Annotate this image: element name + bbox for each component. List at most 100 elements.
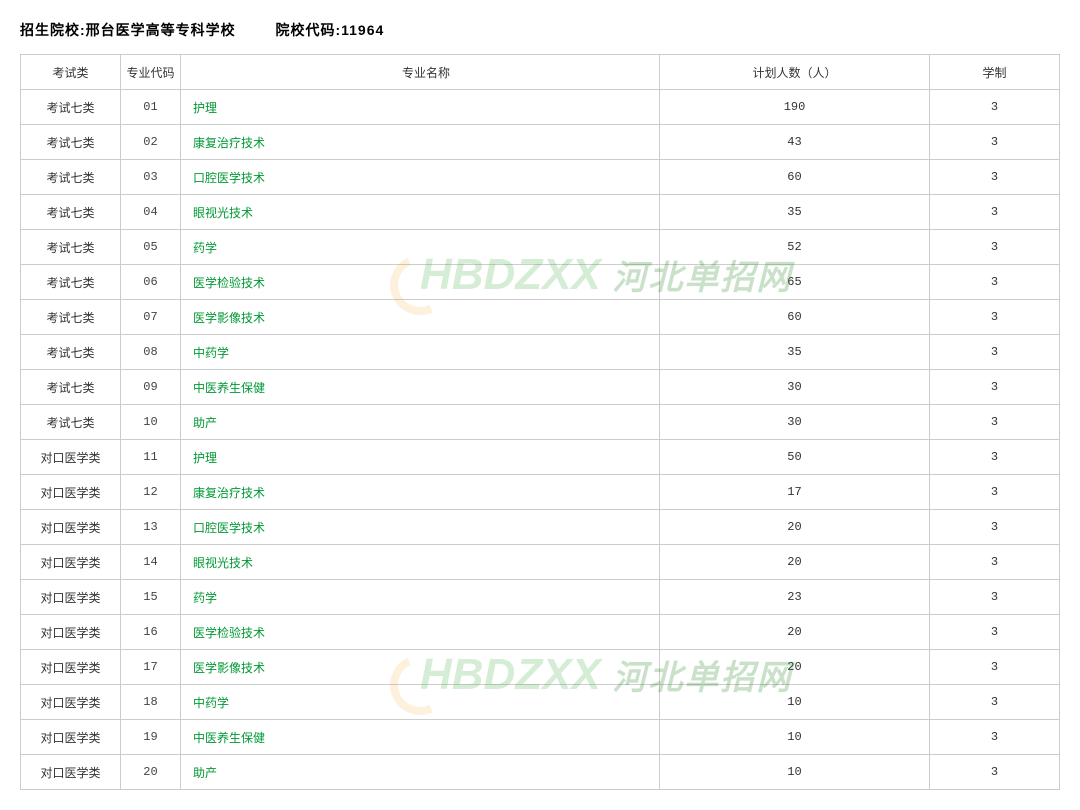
cell-dur: 3 — [930, 195, 1060, 230]
cell-type: 对口医学类 — [21, 440, 121, 475]
major-link[interactable]: 中药学 — [193, 346, 229, 360]
cell-name[interactable]: 助产 — [181, 405, 660, 440]
cell-plan: 35 — [660, 195, 930, 230]
major-link[interactable]: 中医养生保健 — [193, 381, 265, 395]
major-link[interactable]: 中药学 — [193, 696, 229, 710]
cell-plan: 60 — [660, 300, 930, 335]
cell-plan: 10 — [660, 755, 930, 790]
cell-name[interactable]: 康复治疗技术 — [181, 475, 660, 510]
cell-plan: 50 — [660, 440, 930, 475]
cell-name[interactable]: 护理 — [181, 440, 660, 475]
cell-name[interactable]: 医学检验技术 — [181, 615, 660, 650]
major-link[interactable]: 医学影像技术 — [193, 311, 265, 325]
cell-code: 14 — [121, 545, 181, 580]
cell-name[interactable]: 药学 — [181, 580, 660, 615]
cell-dur: 3 — [930, 265, 1060, 300]
cell-type: 对口医学类 — [21, 650, 121, 685]
cell-dur: 3 — [930, 370, 1060, 405]
cell-dur: 3 — [930, 685, 1060, 720]
major-link[interactable]: 医学检验技术 — [193, 276, 265, 290]
cell-type: 对口医学类 — [21, 510, 121, 545]
cell-dur: 3 — [930, 405, 1060, 440]
table-row: 对口医学类15药学233 — [21, 580, 1060, 615]
th-dur: 学制 — [930, 55, 1060, 90]
cell-code: 16 — [121, 615, 181, 650]
school-label: 招生院校: — [20, 22, 86, 38]
major-link[interactable]: 医学检验技术 — [193, 626, 265, 640]
major-link[interactable]: 药学 — [193, 241, 217, 255]
table-row: 对口医学类12康复治疗技术173 — [21, 475, 1060, 510]
table-row: 对口医学类13口腔医学技术203 — [21, 510, 1060, 545]
major-link[interactable]: 康复治疗技术 — [193, 136, 265, 150]
cell-type: 对口医学类 — [21, 475, 121, 510]
cell-dur: 3 — [930, 440, 1060, 475]
cell-plan: 35 — [660, 335, 930, 370]
cell-name[interactable]: 眼视光技术 — [181, 195, 660, 230]
major-link[interactable]: 眼视光技术 — [193, 556, 253, 570]
major-link[interactable]: 康复治疗技术 — [193, 486, 265, 500]
table-row: 考试七类04眼视光技术353 — [21, 195, 1060, 230]
cell-type: 对口医学类 — [21, 580, 121, 615]
cell-dur: 3 — [930, 650, 1060, 685]
major-link[interactable]: 中医养生保健 — [193, 731, 265, 745]
table-row: 对口医学类20助产103 — [21, 755, 1060, 790]
cell-plan: 52 — [660, 230, 930, 265]
cell-code: 10 — [121, 405, 181, 440]
cell-name[interactable]: 助产 — [181, 755, 660, 790]
cell-name[interactable]: 医学影像技术 — [181, 300, 660, 335]
table-row: 对口医学类17医学影像技术203 — [21, 650, 1060, 685]
cell-name[interactable]: 护理 — [181, 90, 660, 125]
cell-name[interactable]: 中医养生保健 — [181, 370, 660, 405]
cell-name[interactable]: 中药学 — [181, 685, 660, 720]
cell-code: 15 — [121, 580, 181, 615]
cell-name[interactable]: 中医养生保健 — [181, 720, 660, 755]
major-link[interactable]: 护理 — [193, 101, 217, 115]
major-link[interactable]: 眼视光技术 — [193, 206, 253, 220]
th-type: 考试类 — [21, 55, 121, 90]
major-link[interactable]: 口腔医学技术 — [193, 171, 265, 185]
cell-name[interactable]: 医学检验技术 — [181, 265, 660, 300]
major-link[interactable]: 医学影像技术 — [193, 661, 265, 675]
cell-plan: 17 — [660, 475, 930, 510]
cell-type: 考试七类 — [21, 335, 121, 370]
cell-name[interactable]: 药学 — [181, 230, 660, 265]
cell-dur: 3 — [930, 335, 1060, 370]
code-label: 院校代码: — [275, 22, 341, 38]
cell-dur: 3 — [930, 160, 1060, 195]
cell-name[interactable]: 医学影像技术 — [181, 650, 660, 685]
table-row: 考试七类02康复治疗技术433 — [21, 125, 1060, 160]
cell-name[interactable]: 中药学 — [181, 335, 660, 370]
cell-type: 考试七类 — [21, 230, 121, 265]
cell-dur: 3 — [930, 720, 1060, 755]
cell-type: 考试七类 — [21, 405, 121, 440]
table-row: 考试七类07医学影像技术603 — [21, 300, 1060, 335]
cell-code: 08 — [121, 335, 181, 370]
cell-name[interactable]: 康复治疗技术 — [181, 125, 660, 160]
cell-type: 对口医学类 — [21, 720, 121, 755]
cell-dur: 3 — [930, 230, 1060, 265]
cell-dur: 3 — [930, 545, 1060, 580]
table-row: 对口医学类14眼视光技术203 — [21, 545, 1060, 580]
cell-dur: 3 — [930, 615, 1060, 650]
cell-plan: 65 — [660, 265, 930, 300]
table-row: 对口医学类18中药学103 — [21, 685, 1060, 720]
cell-type: 考试七类 — [21, 160, 121, 195]
table-row: 对口医学类16医学检验技术203 — [21, 615, 1060, 650]
cell-plan: 23 — [660, 580, 930, 615]
major-link[interactable]: 助产 — [193, 766, 217, 780]
cell-dur: 3 — [930, 300, 1060, 335]
cell-plan: 20 — [660, 615, 930, 650]
page-header: 招生院校:邢台医学高等专科学校 院校代码:11964 — [20, 20, 1060, 40]
cell-plan: 20 — [660, 650, 930, 685]
cell-name[interactable]: 眼视光技术 — [181, 545, 660, 580]
th-code: 专业代码 — [121, 55, 181, 90]
major-link[interactable]: 口腔医学技术 — [193, 521, 265, 535]
cell-name[interactable]: 口腔医学技术 — [181, 510, 660, 545]
cell-name[interactable]: 口腔医学技术 — [181, 160, 660, 195]
major-link[interactable]: 助产 — [193, 416, 217, 430]
cell-code: 01 — [121, 90, 181, 125]
major-link[interactable]: 护理 — [193, 451, 217, 465]
major-link[interactable]: 药学 — [193, 591, 217, 605]
cell-plan: 190 — [660, 90, 930, 125]
cell-plan: 20 — [660, 510, 930, 545]
